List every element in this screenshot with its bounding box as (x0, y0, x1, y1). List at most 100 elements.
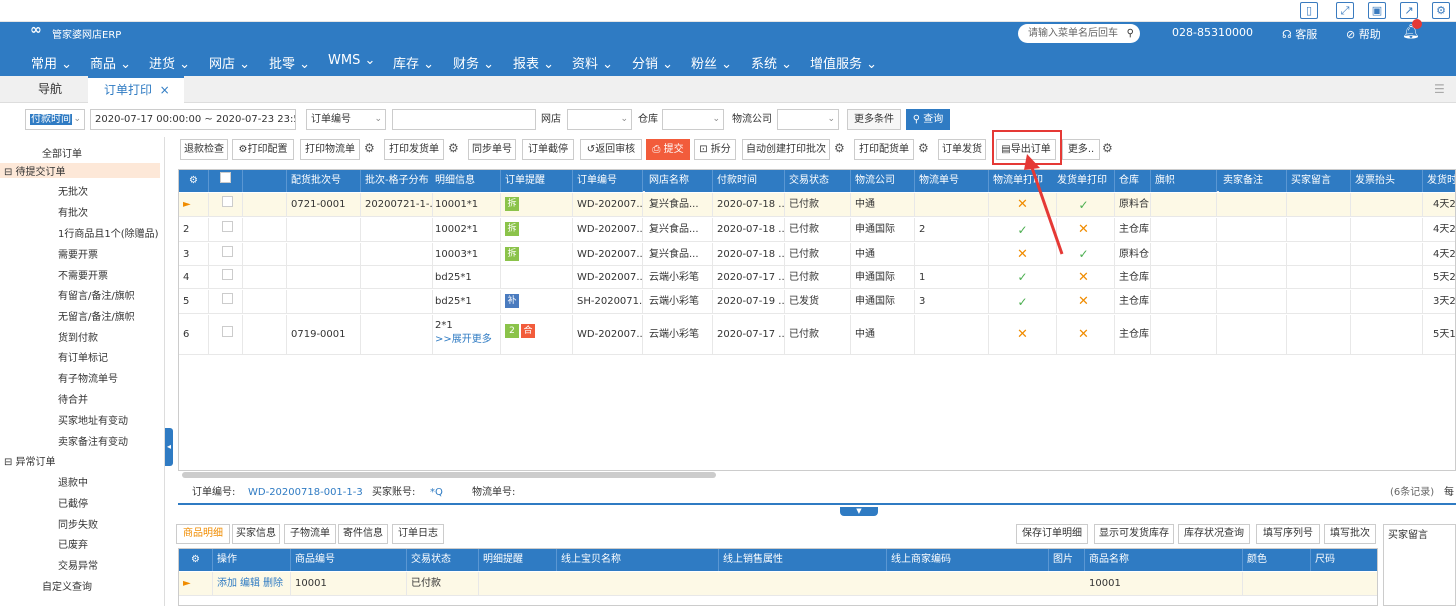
warehouse-select[interactable]: ⌄ (662, 109, 724, 130)
shop-select[interactable]: ⌄ (567, 109, 632, 130)
edit-link[interactable]: 编辑 (240, 578, 260, 589)
table-row[interactable]: 5 bd25*1 补 SH-2020071... 云端小彩笔 2020-07-19 ...… (179, 290, 1455, 314)
column-header[interactable]: 操作 (213, 549, 291, 571)
column-header[interactable]: 交易状态 (407, 549, 479, 571)
date-type-select[interactable]: 付款时间 ⌄ (25, 109, 85, 130)
column-header[interactable]: 物流单打印 (989, 170, 1057, 192)
column-header[interactable]: 订单提醒 (501, 170, 573, 192)
print-config-button[interactable]: ⚙打印配置 (232, 139, 294, 160)
sidebar-item[interactable]: ⊟ 异常订单 (4, 453, 56, 468)
horizontal-scrollbar[interactable] (182, 472, 716, 478)
order-stop-button[interactable]: 订单截停 (522, 139, 574, 160)
print-logistics-button[interactable]: 打印物流单 (300, 139, 360, 160)
sidebar-item[interactable]: 卖家备注有变动 (58, 433, 128, 448)
gear-icon[interactable]: ⚙ (364, 141, 375, 155)
bottom-action-button[interactable]: 保存订单明细 (1016, 524, 1088, 544)
table-row[interactable]: 4 bd25*1 WD-202007... 云端小彩笔 2020-07-17 ... 已付… (179, 266, 1455, 289)
bottom-tab[interactable]: 商品明细 (176, 524, 230, 544)
column-header[interactable]: 颜色 (1243, 549, 1311, 571)
menu-item[interactable]: 资料 ⌄ (572, 53, 613, 72)
column-header[interactable]: 明细信息 (431, 170, 501, 192)
row-checkbox[interactable] (209, 218, 243, 242)
share-icon[interactable]: ↗ (1400, 2, 1418, 19)
menu-item[interactable]: 系统 ⌄ (751, 53, 792, 72)
sidebar-item[interactable]: 1行商品且1个(除赠品) (58, 225, 159, 240)
more-conditions-button[interactable]: 更多条件 (847, 109, 901, 130)
gear-icon[interactable]: ⚙ (448, 141, 459, 155)
column-header[interactable]: 商品名称 (1085, 549, 1243, 571)
menu-item[interactable]: 粉丝 ⌄ (691, 53, 732, 72)
menu-item[interactable]: 进货 ⌄ (149, 53, 190, 72)
bottom-tab[interactable]: 寄件信息 (338, 524, 388, 544)
column-header[interactable]: 线上商家编码 (887, 549, 1049, 571)
menu-item[interactable]: 常用 ⌄ (31, 53, 72, 72)
sidebar-item[interactable]: ⊟ 待提交订单 (0, 163, 160, 178)
gear-icon[interactable]: ⚙ (1432, 2, 1450, 19)
bottom-action-button[interactable]: 显示可发货库存 (1094, 524, 1174, 544)
query-button[interactable]: ⚲ 查询 (906, 109, 950, 130)
menu-item[interactable]: 财务 ⌄ (453, 53, 494, 72)
sync-no-button[interactable]: 同步单号 (468, 139, 516, 160)
menu-item[interactable]: 增值服务 ⌄ (810, 53, 877, 72)
split-button[interactable]: ⊡ 拆分 (694, 139, 736, 160)
auto-batch-button[interactable]: 自动创建打印批次 (742, 139, 830, 160)
close-icon[interactable]: × (160, 83, 170, 97)
column-header[interactable]: 发票抬头 (1351, 170, 1423, 192)
bottom-action-button[interactable]: 填写序列号 (1256, 524, 1320, 544)
sidebar-item[interactable]: 退款中 (58, 474, 88, 489)
row-checkbox[interactable] (209, 193, 243, 217)
order-field-select[interactable]: 订单编号 ⌄ (306, 109, 386, 130)
delete-link[interactable]: 删除 (263, 578, 283, 589)
column-header[interactable]: 发货单打印 (1053, 170, 1115, 192)
bottom-tab[interactable]: 子物流单 (284, 524, 336, 544)
sidebar-item[interactable]: 不需要开票 (58, 267, 108, 282)
menu-item[interactable]: 分销 ⌄ (632, 53, 673, 72)
column-header[interactable]: 线上宝贝名称 (557, 549, 719, 571)
save-icon[interactable]: ▣ (1368, 2, 1386, 19)
column-header[interactable]: 仓库 (1115, 170, 1151, 192)
sidebar-item[interactable]: 需要开票 (58, 246, 98, 261)
row-checkbox[interactable] (209, 315, 243, 355)
row-checkbox[interactable] (209, 290, 243, 314)
tab-nav[interactable]: 导航 (38, 76, 62, 103)
tab-order-print[interactable]: 订单打印 × (88, 76, 184, 103)
table-row[interactable]: 3 10003*1 拆 WD-202007... 复兴食品... 2020-07-18 .… (179, 243, 1455, 266)
menu-item[interactable]: 网店 ⌄ (209, 53, 250, 72)
sidebar-item[interactable]: 有订单标记 (58, 349, 108, 364)
column-header[interactable]: 交易状态 (785, 170, 851, 192)
column-header[interactable]: 配货批次号 (287, 170, 361, 192)
sidebar-item[interactable]: 已废弃 (58, 536, 88, 551)
sidebar-item[interactable]: 交易异常 (58, 557, 98, 572)
sidebar-item[interactable]: 自定义查询 (42, 578, 92, 593)
table-row[interactable]: ► 0721-0001 20200721-1-... 10001*1 拆 WD-20200… (179, 193, 1455, 217)
order-ship-button[interactable]: 订单发货 (938, 139, 986, 160)
sidebar-item[interactable]: 有子物流单号 (58, 370, 118, 385)
print-pick-button[interactable]: 打印配货单 (854, 139, 914, 160)
sidebar-item[interactable]: 无批次 (58, 183, 88, 198)
table-row[interactable]: 6 0719-0001 2*1 >>展开更多 2 合 WD-202007... 云端小彩笔 20… (179, 315, 1455, 355)
service-link[interactable]: ☊ 客服 (1282, 26, 1317, 42)
date-range-input[interactable]: 2020-07-17 00:00:00 ~ 2020-07-23 23:59:5… (90, 109, 296, 130)
menu-item[interactable]: 报表 ⌄ (513, 53, 554, 72)
window-icon[interactable]: ▯ (1300, 2, 1318, 19)
sidebar-item[interactable]: 无留言/备注/旗帜 (58, 308, 135, 323)
column-header[interactable]: 图片 (1049, 549, 1085, 571)
sidebar-item[interactable]: 有批次 (58, 204, 88, 219)
column-header[interactable]: 订单编号 (573, 170, 643, 192)
order-value-input[interactable] (392, 109, 536, 130)
menu-item[interactable]: WMS ⌄ (328, 53, 375, 68)
sidebar-item[interactable]: 全部订单 (42, 145, 82, 160)
sidebar-item[interactable]: 买家地址有变动 (58, 412, 128, 427)
bottom-action-button[interactable]: 填写批次 (1324, 524, 1376, 544)
column-header[interactable]: 线上销售属性 (719, 549, 887, 571)
logistics-select[interactable]: ⌄ (777, 109, 839, 130)
add-link[interactable]: 添加 (217, 578, 237, 589)
column-header[interactable]: 买家留言 (1287, 170, 1351, 192)
sidebar-collapse-icon[interactable]: ◂ (165, 428, 173, 466)
print-ship-button[interactable]: 打印发货单 (384, 139, 444, 160)
bottom-tab[interactable]: 买家信息 (232, 524, 280, 544)
select-all-checkbox[interactable] (209, 170, 243, 192)
column-header[interactable]: 批次-格子分布 (361, 170, 433, 192)
column-header[interactable]: 商品编号 (291, 549, 407, 571)
menu-item[interactable]: 商品 ⌄ (90, 53, 131, 72)
